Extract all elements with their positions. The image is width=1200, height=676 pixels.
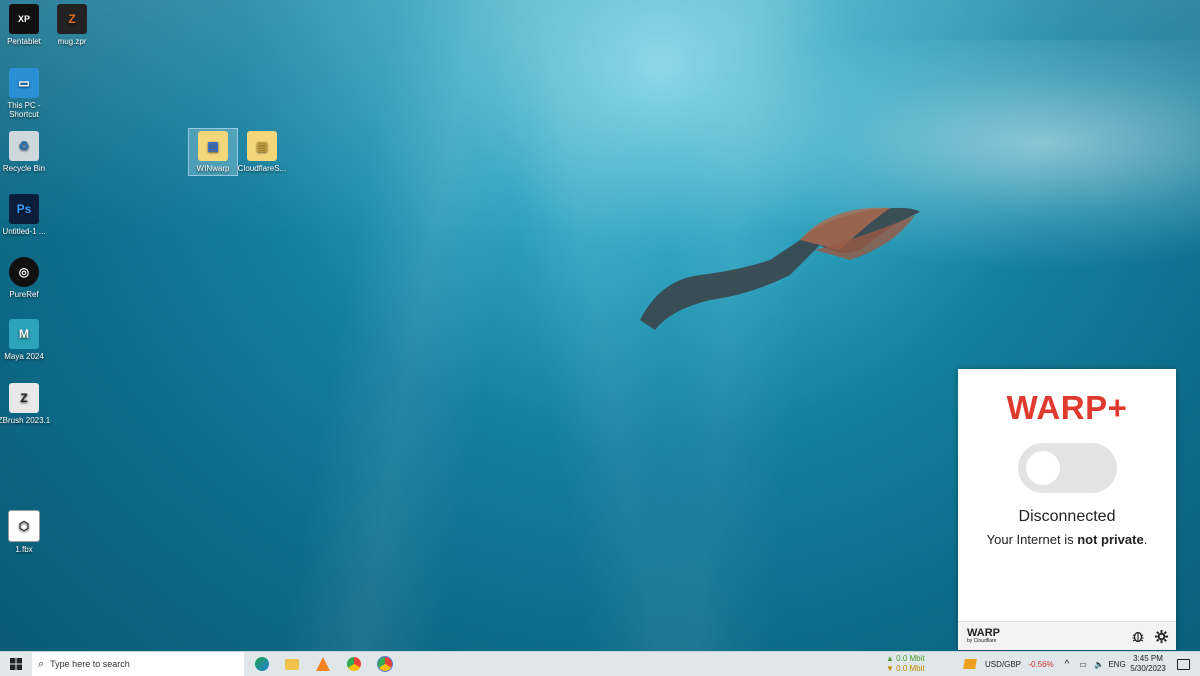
desktop-icon-mug-zpr[interactable]: Z mug.zpr [44, 4, 100, 46]
search-icon: ⌕ [38, 657, 45, 670]
monitor-icon: ▭ [9, 68, 39, 98]
xppen-icon: XP [9, 4, 39, 34]
network-icon[interactable]: ▭ [1076, 652, 1090, 676]
chrome-icon[interactable] [342, 652, 366, 676]
warp-logo-subtext: by Cloudflare [967, 638, 997, 644]
currency-pair[interactable]: USD/GBP [984, 652, 1022, 676]
desktop-icon-label: 1.fbx [15, 545, 33, 554]
desktop-icon-cloudflare[interactable]: ▤ CloudflareS... [234, 131, 290, 173]
net-down: ▼ 0.0 Mbit [886, 664, 925, 673]
chevron-up-icon[interactable]: ^ [1060, 652, 1074, 676]
clock-time: 3:45 PM [1133, 654, 1163, 663]
toggle-knob [1026, 451, 1060, 485]
desktop-icon-label: This PC - Shortcut [7, 101, 41, 119]
volume-icon[interactable]: 🔈 [1092, 652, 1106, 676]
privacy-prefix: Your Internet is [986, 532, 1078, 547]
zbrush-icon: Z [9, 383, 39, 413]
desktop-icon-label: Maya 2024 [4, 352, 44, 361]
currency-widget-icon[interactable] [962, 652, 978, 676]
privacy-message: Your Internet is not private. [958, 532, 1176, 547]
selection-box: ▤ WINwarp [188, 128, 238, 176]
clock-date: 5/30/2023 [1130, 664, 1166, 673]
settings-gear-icon[interactable] [1151, 626, 1171, 646]
zbrush-project-icon: Z [57, 4, 87, 34]
windows-logo-icon [10, 658, 22, 670]
currency-change: -0.56% [1028, 659, 1054, 669]
taskbar-search-box[interactable]: ⌕ Type here to search [32, 652, 244, 676]
folder-icon: ▤ [247, 131, 277, 161]
connection-status: Disconnected [1018, 508, 1116, 525]
desktop-icon-label: Recycle Bin [2, 164, 46, 173]
edge-app-icon[interactable] [250, 652, 274, 676]
warp-footer: WARP by Cloudflare [958, 621, 1176, 650]
chrome-profile-icon[interactable] [373, 652, 397, 676]
desktop-icon-psd[interactable]: Ps Untitled-1 ... [0, 194, 52, 236]
vlc-icon[interactable] [311, 652, 335, 676]
desktop-icon-label: PureRef [9, 290, 39, 299]
notifications-icon[interactable] [1172, 652, 1194, 676]
desktop-icon-winwarp[interactable]: ▤ WINwarp [188, 128, 238, 176]
taskbar: ⌕ Type here to search ▲ 0.0 Mbit ▼ 0.0 M… [0, 651, 1200, 676]
language-indicator[interactable]: ENG [1106, 652, 1128, 676]
connection-toggle[interactable] [1018, 443, 1117, 493]
start-button[interactable] [4, 652, 28, 676]
3d-file-icon: ⬡ [8, 510, 40, 542]
desktop-icon-label: CloudflareS... [237, 164, 287, 173]
maya-icon: M [9, 319, 39, 349]
network-speed-widget: ▲ 0.0 Mbit ▼ 0.0 Mbit [886, 654, 925, 674]
search-placeholder: Type here to search [50, 659, 130, 669]
desktop-icon-maya[interactable]: M Maya 2024 [0, 319, 52, 361]
file-explorer-icon[interactable] [280, 652, 304, 676]
desktop-icon-fbx[interactable]: ⬡ 1.fbx [0, 510, 52, 554]
warp-footer-logo: WARP by Cloudflare [967, 627, 1000, 644]
photoshop-file-icon: Ps [9, 194, 39, 224]
desktop-icon-pureref[interactable]: ◎ PureRef [0, 257, 52, 299]
privacy-suffix: . [1143, 532, 1148, 547]
clock[interactable]: 3:45 PM 5/30/2023 [1130, 654, 1166, 674]
net-up-value: 0.0 Mbit [896, 654, 925, 663]
desktop-icon-label: mug.zpr [57, 37, 87, 46]
desktop-icon-zbrush[interactable]: Z ZBrush 2023.1 [0, 383, 52, 425]
wallpaper-diver [640, 207, 920, 330]
desktop-icon-label: ZBrush 2023.1 [0, 416, 51, 425]
desktop-icon-this-pc[interactable]: ▭ This PC - Shortcut [0, 68, 52, 119]
desktop-icon-label: Untitled-1 ... [2, 227, 46, 236]
folder-icon: ▤ [198, 131, 228, 161]
warp-title: WARP+ [1006, 389, 1128, 426]
desktop-icon-label: WINwarp [196, 164, 230, 173]
net-up: ▲ 0.0 Mbit [886, 654, 925, 663]
recycle-bin-icon: ♻ [9, 131, 39, 161]
bug-report-icon[interactable] [1128, 626, 1148, 646]
warp-panel: WARP+ Disconnected Your Internet is not … [958, 369, 1176, 650]
pureref-icon: ◎ [9, 257, 39, 287]
net-down-value: 0.0 Mbit [896, 664, 925, 673]
desktop-icon-recycle-bin[interactable]: ♻ Recycle Bin [0, 131, 52, 173]
privacy-emphasis: not private [1077, 532, 1144, 547]
